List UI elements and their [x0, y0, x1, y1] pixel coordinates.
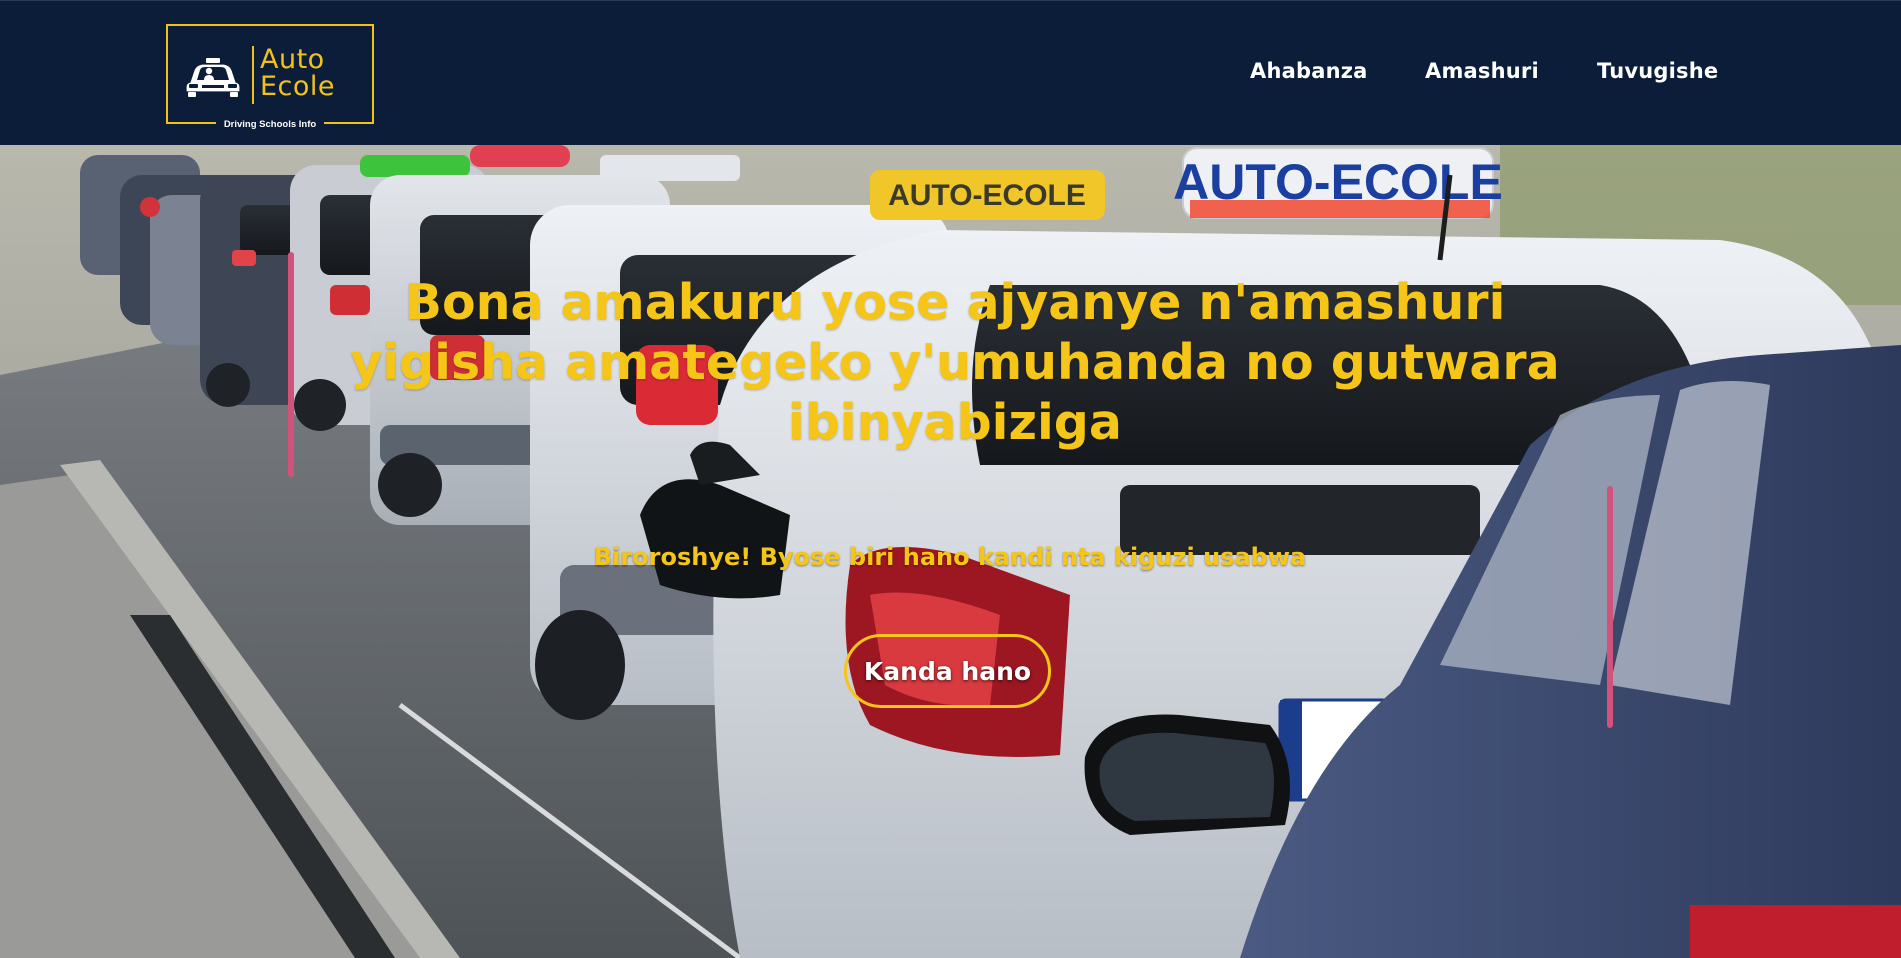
car-icon [185, 58, 241, 97]
logo-text-ecole: Ecole [260, 71, 336, 102]
nav-link-tuvugishe[interactable]: Tuvugishe [1597, 59, 1718, 83]
roof-sign-white-text: AUTO-ECOLE [1173, 154, 1503, 210]
accent-line-left [288, 252, 294, 477]
nav-link-ahabanza[interactable]: Ahabanza [1250, 59, 1368, 83]
logo-divider [252, 46, 254, 104]
nav-link-amashuri[interactable]: Amashuri [1425, 59, 1539, 83]
roof-sign-yellow-text: AUTO-ECOLE [888, 179, 1086, 212]
site-logo[interactable]: Auto Ecole Driving Schools Info [166, 24, 374, 130]
hero-title: Bona amakuru yose ajyanye n'amashuri yig… [350, 274, 1560, 451]
logo-text-auto: Auto [260, 44, 325, 75]
hero-subtitle: Biroroshye! Byose biri hano kandi nta ki… [593, 543, 1307, 571]
accent-line-right [1607, 486, 1613, 728]
hero-section: AUTO-ECOLE AUTO-ECOLE Bona amakuru yose … [0, 145, 1901, 958]
logo-tagline: Driving Schools Info [168, 119, 372, 130]
cta-button[interactable]: Kanda hano [844, 634, 1051, 708]
site-header: Auto Ecole Driving Schools Info Ahabanza… [0, 0, 1901, 145]
